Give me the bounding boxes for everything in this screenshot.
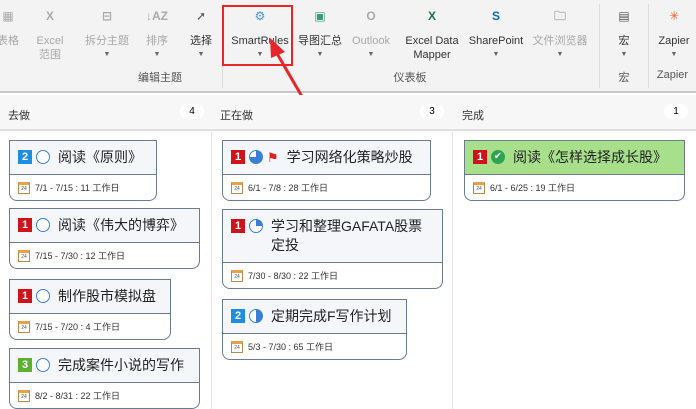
progress-0-icon[interactable] (36, 289, 50, 303)
calendar-icon: 24 (18, 181, 30, 194)
task-date-range: 7/15 - 7/30 : 12 工作日 (35, 251, 126, 261)
task-card-title-row: 1 制作股市模拟盘 (10, 280, 170, 314)
task-title: 学习网络化策略炒股 (286, 149, 413, 165)
progress-25-icon[interactable] (249, 219, 263, 233)
priority-1-icon[interactable]: 1 (18, 218, 32, 232)
column-divider (211, 132, 212, 409)
task-title: 制作股市模拟盘 (58, 288, 156, 304)
priority-2-icon[interactable]: 2 (18, 150, 32, 164)
task-card-title-row: 1 ✔ 阅读《怎样选择成长股》 (465, 141, 684, 175)
task-card[interactable]: 1 学习和整理GAFATA股票定投 24 7/30 - 8/30 : 22 工作日 (222, 209, 443, 289)
task-card-title-row: 1 阅读《伟大的博弈》 (10, 209, 199, 243)
task-card[interactable]: 1 阅读《伟大的博弈》 24 7/15 - 7/30 : 12 工作日 (9, 208, 200, 269)
task-date-range: 6/1 - 6/25 : 19 工作日 (490, 183, 576, 193)
column-title: 去做 (8, 110, 30, 122)
task-date-range: 5/3 - 7/30 : 65 工作日 (248, 342, 334, 352)
calendar-icon: 24 (18, 249, 30, 262)
task-card[interactable]: 1 制作股市模拟盘 24 7/15 - 7/20 : 4 工作日 (9, 279, 171, 340)
red-flag-icon: ⚑ (267, 150, 279, 165)
task-title: 学习和整理GAFATA股票定投 (271, 218, 423, 253)
calendar-icon: 24 (18, 320, 30, 333)
priority-2-icon[interactable]: 2 (231, 309, 245, 323)
task-card[interactable]: 1 ⚑ 学习网络化策略炒股 24 6/1 - 7/8 : 28 工作日 (222, 140, 431, 201)
priority-3-icon[interactable]: 3 (18, 358, 32, 372)
task-title: 定期完成F写作计划 (271, 308, 392, 324)
task-card-title-row: 2 定期完成F写作计划 (223, 300, 406, 334)
progress-0-icon[interactable] (36, 218, 50, 232)
kanban-column-headers: 去做 4 正在做 3 完成 1 (0, 95, 696, 131)
task-title: 阅读《怎样选择成长股》 (513, 149, 667, 165)
task-date-row: 24 7/1 - 7/15 : 11 工作日 (10, 175, 156, 200)
task-card-title-row: 2 阅读《原则》 (10, 141, 156, 175)
column-count-badge: 4 (180, 104, 204, 119)
priority-1-icon[interactable]: 1 (231, 219, 245, 233)
task-date-row: 24 7/15 - 7/20 : 4 工作日 (10, 314, 170, 339)
priority-1-icon[interactable]: 1 (231, 150, 245, 164)
task-date-row: 24 8/2 - 8/31 : 22 工作日 (10, 383, 199, 408)
task-date-range: 8/2 - 8/31 : 22 工作日 (35, 391, 121, 401)
task-date-row: 24 6/1 - 7/8 : 28 工作日 (223, 175, 430, 200)
task-card[interactable]: 3 完成案件小说的写作 24 8/2 - 8/31 : 22 工作日 (9, 348, 200, 409)
task-complete-icon[interactable]: ✔ (491, 150, 505, 164)
task-date-range: 7/1 - 7/15 : 11 工作日 (35, 183, 120, 193)
task-title: 阅读《原则》 (58, 149, 142, 165)
task-card-title-row: 1 学习和整理GAFATA股票定投 (223, 210, 442, 263)
task-card[interactable]: 1 ✔ 阅读《怎样选择成长股》 24 6/1 - 6/25 : 19 工作日 (464, 140, 685, 201)
task-date-row: 24 6/1 - 6/25 : 19 工作日 (465, 175, 684, 200)
calendar-icon: 24 (18, 389, 30, 402)
calendar-icon: 24 (231, 269, 243, 282)
task-card-title-row: 1 ⚑ 学习网络化策略炒股 (223, 141, 430, 175)
progress-75-icon[interactable] (249, 150, 263, 164)
calendar-icon: 24 (473, 181, 485, 194)
task-date-row: 24 7/30 - 8/30 : 22 工作日 (223, 263, 442, 288)
column-count-badge: 3 (420, 104, 444, 119)
calendar-icon: 24 (231, 340, 243, 353)
task-card[interactable]: 2 定期完成F写作计划 24 5/3 - 7/30 : 65 工作日 (222, 299, 407, 360)
priority-1-icon[interactable]: 1 (473, 150, 487, 164)
task-date-row: 24 7/15 - 7/30 : 12 工作日 (10, 243, 199, 268)
column-divider (452, 132, 453, 409)
task-date-range: 7/15 - 7/20 : 4 工作日 (35, 322, 121, 332)
column-title: 正在做 (220, 110, 253, 122)
progress-0-icon[interactable] (36, 150, 50, 164)
progress-0-icon[interactable] (36, 358, 50, 372)
task-title: 阅读《伟大的博弈》 (58, 217, 184, 233)
progress-50-icon[interactable] (249, 309, 263, 323)
column-title: 完成 (462, 110, 484, 122)
task-title: 完成案件小说的写作 (58, 357, 184, 373)
column-count-badge: 1 (664, 104, 688, 119)
calendar-icon: 24 (231, 181, 243, 194)
task-card-title-row: 3 完成案件小说的写作 (10, 349, 199, 383)
task-date-range: 7/30 - 8/30 : 22 工作日 (248, 271, 339, 281)
priority-1-icon[interactable]: 1 (18, 289, 32, 303)
task-date-row: 24 5/3 - 7/30 : 65 工作日 (223, 334, 406, 359)
task-date-range: 6/1 - 7/8 : 28 工作日 (248, 183, 329, 193)
task-card[interactable]: 2 阅读《原则》 24 7/1 - 7/15 : 11 工作日 (9, 140, 157, 201)
